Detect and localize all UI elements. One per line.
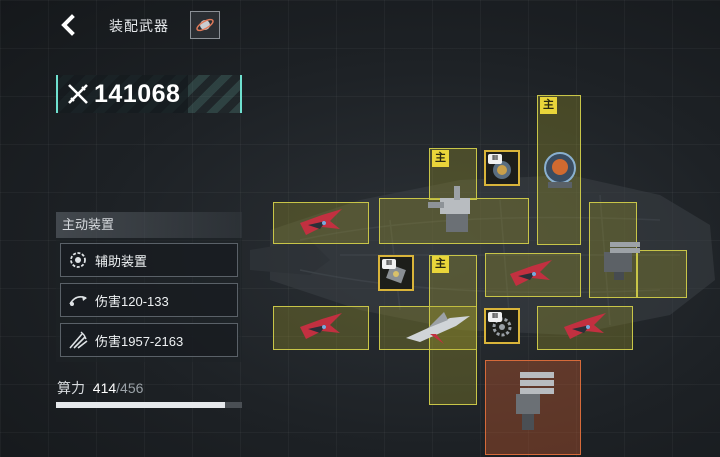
planet-orbit-icon xyxy=(196,18,214,32)
module-tier: III xyxy=(488,154,502,164)
compute-readout: 算力 414/456 xyxy=(57,378,143,398)
slot-orange-heavy[interactable] xyxy=(485,360,581,455)
module-chip[interactable]: III xyxy=(484,150,520,186)
stat-label: 伤害120-133 xyxy=(95,293,169,309)
multi-missile-icon xyxy=(67,329,89,351)
chevron-left-icon xyxy=(61,14,75,36)
main-tag: 主 xyxy=(432,150,449,167)
module-tier: III xyxy=(488,312,502,322)
combat-power-display: 141068 xyxy=(56,75,242,113)
stat-label: 辅助装置 xyxy=(95,253,148,269)
crossed-swords-icon xyxy=(68,84,88,104)
stat-label: 伤害1957-2163 xyxy=(95,333,184,349)
page-title: 装配武器 xyxy=(109,18,169,34)
slot-wing-left-top[interactable] xyxy=(273,202,369,244)
missile-launch-icon xyxy=(67,289,89,311)
back-button[interactable] xyxy=(56,12,82,38)
combat-power-value: 141068 xyxy=(94,79,181,108)
slot-right-extension[interactable] xyxy=(637,250,687,298)
panel-title: 主动装置 xyxy=(56,212,242,238)
compute-used: 414 xyxy=(92,380,117,396)
slot-wing-left-bottom[interactable] xyxy=(273,306,369,350)
slot-center-top[interactable] xyxy=(379,198,529,244)
slot-right-vertical[interactable] xyxy=(589,202,637,298)
slot-wing-center[interactable] xyxy=(485,253,581,297)
module-tier: III xyxy=(382,259,396,269)
compute-bar-fill xyxy=(56,402,225,408)
module-chip[interactable]: III xyxy=(378,255,414,291)
main-tag: 主 xyxy=(540,97,557,114)
slot-vertical-main[interactable] xyxy=(537,95,581,245)
compute-label: 算力 xyxy=(57,380,85,396)
slot-vertical-lower[interactable] xyxy=(429,255,477,405)
gear-circle-icon xyxy=(67,249,89,271)
module-chip[interactable]: III xyxy=(484,308,520,344)
orbit-button[interactable] xyxy=(190,11,220,39)
compute-max: 456 xyxy=(120,380,144,396)
stat-row-damage-1[interactable]: 伤害120-133 xyxy=(60,283,238,317)
stat-row-damage-2[interactable]: 伤害1957-2163 xyxy=(60,323,238,357)
slot-wing-right-bottom[interactable] xyxy=(537,306,633,350)
compute-bar xyxy=(56,402,242,408)
stat-row-auxiliary[interactable]: 辅助装置 xyxy=(60,243,238,277)
main-tag: 主 xyxy=(432,256,449,273)
